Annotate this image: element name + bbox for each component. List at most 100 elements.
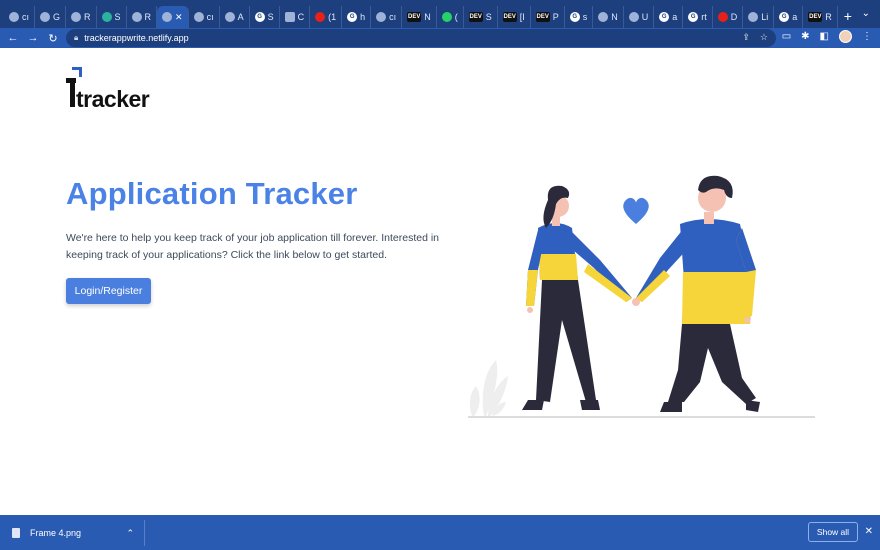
- google-icon: G: [779, 12, 790, 22]
- browser-tab[interactable]: Grt: [683, 6, 713, 28]
- tab-label: s: [582, 12, 588, 22]
- browser-tab[interactable]: D: [713, 6, 744, 28]
- tab-search-chevron-icon[interactable]: ⌄: [862, 8, 870, 19]
- react-icon: [71, 12, 82, 22]
- browser-tab[interactable]: DEV P: [531, 6, 565, 28]
- file-icon: [12, 527, 20, 538]
- chevron-up-icon[interactable]: ⌃: [126, 528, 134, 539]
- bookmark-star-icon[interactable]: ☆: [760, 32, 768, 43]
- browser-tab[interactable]: A: [220, 6, 250, 28]
- extensions-area: ▭ ✱ ◧ ⋮: [782, 30, 872, 43]
- plant-icon: [469, 360, 508, 416]
- reload-button[interactable]: ↻: [43, 32, 63, 45]
- profile-avatar[interactable]: [839, 30, 852, 43]
- browser-tab[interactable]: G: [35, 6, 67, 28]
- tab-label: cı: [22, 12, 30, 22]
- puzzle-icon[interactable]: ✱: [801, 31, 809, 42]
- toggle-icon: [224, 12, 235, 22]
- login-register-button[interactable]: Login/Register: [66, 278, 151, 304]
- google-icon: G: [688, 12, 699, 22]
- share-icon[interactable]: ⇪: [742, 32, 750, 43]
- tab-label: S: [267, 12, 274, 22]
- close-icon[interactable]: ✕: [865, 526, 873, 537]
- man-figure: [632, 175, 760, 412]
- menu-dots-icon[interactable]: ⋮: [862, 31, 872, 42]
- browser-tab[interactable]: DEV R: [803, 6, 838, 28]
- dev-icon: DEV: [502, 12, 517, 22]
- download-item[interactable]: Frame 4.png ⌃: [0, 519, 145, 546]
- tab-label: S: [485, 12, 492, 22]
- sidepanel-icon[interactable]: ◧: [820, 31, 829, 42]
- dev-icon: DEV: [468, 12, 483, 22]
- browser-tab[interactable]: Gh: [342, 6, 372, 28]
- browser-tab[interactable]: Li: [743, 6, 775, 28]
- browser-tab[interactable]: N: [593, 6, 624, 28]
- web-page: tracker Application Tracker We're here t…: [0, 48, 880, 515]
- download-file-name: Frame 4.png: [30, 527, 82, 538]
- browser-tab[interactable]: (1: [310, 6, 343, 28]
- tab-label: cı: [389, 12, 397, 22]
- diamond-icon: [101, 12, 112, 22]
- tab-label: cı: [206, 12, 214, 22]
- browser-tab[interactable]: cı: [189, 6, 220, 28]
- browser-tab[interactable]: R: [66, 6, 97, 28]
- browser-tab[interactable]: U: [624, 6, 655, 28]
- tab-label: N: [424, 12, 431, 22]
- tab-label: Li: [761, 12, 769, 22]
- browser-tab[interactable]: DEV N: [402, 6, 437, 28]
- couple-illustration: [468, 175, 815, 418]
- tab-label: rt: [701, 12, 707, 22]
- tab-label: R: [84, 12, 91, 22]
- browser-tab[interactable]: cı: [371, 6, 403, 28]
- browser-tab[interactable]: GS: [250, 6, 280, 28]
- tab-label: R: [825, 12, 832, 22]
- tab-label: ✕: [175, 11, 183, 22]
- tab-label: U: [641, 12, 649, 22]
- tab-label: P: [552, 12, 559, 22]
- youtube-icon: [315, 12, 326, 22]
- tab-label: C: [297, 12, 305, 22]
- tab-strip: cı G R S R ✕ cı A G S C (1 Gh cı DEV N(DEV S DEV [I DEV P Gs N…: [0, 0, 880, 28]
- browser-tab[interactable]: DEV S: [464, 6, 498, 28]
- tab-label: D: [730, 12, 738, 22]
- tab-list: cı G R S R ✕ cı A G S C (1 Gh cı DEV N(DEV S DEV [I DEV P Gs N…: [4, 0, 838, 28]
- browser-tab[interactable]: C: [280, 6, 311, 28]
- toolbar: ← → ↻ 🔒︎ trackerappwrite.netlify.app ⇪ ☆…: [0, 28, 880, 48]
- logo-accent: [72, 67, 82, 77]
- browser-tab[interactable]: cı: [4, 6, 36, 28]
- browser-tab[interactable]: Ga: [774, 6, 804, 28]
- heart-icon: [623, 197, 649, 224]
- browser-tab[interactable]: Ga: [654, 6, 684, 28]
- tab-label: G: [53, 12, 61, 22]
- github-icon: [598, 12, 609, 22]
- dev-icon: DEV: [407, 12, 422, 22]
- tab-label: a: [792, 12, 798, 22]
- tab-label: (: [454, 12, 458, 22]
- browser-tab[interactable]: (: [437, 6, 464, 28]
- download-bar: Frame 4.png ⌃ Show all ✕: [0, 515, 880, 550]
- address-bar[interactable]: 🔒︎ trackerappwrite.netlify.app ⇪ ☆: [66, 29, 776, 47]
- show-all-button[interactable]: Show all: [808, 522, 858, 542]
- dev-icon: DEV: [535, 12, 550, 22]
- github-icon: [193, 12, 204, 22]
- media-icon[interactable]: ▭: [782, 31, 791, 42]
- browser-tab[interactable]: ✕: [157, 6, 189, 28]
- page-title: Application Tracker: [66, 176, 358, 211]
- forward-button[interactable]: →: [23, 32, 43, 44]
- browser-tab[interactable]: DEV [I: [498, 6, 531, 28]
- lock-icon[interactable]: 🔒︎: [74, 33, 78, 43]
- back-button[interactable]: ←: [3, 32, 23, 44]
- whatsapp-icon: [441, 12, 452, 22]
- google-icon: G: [659, 12, 670, 22]
- google-icon: G: [569, 12, 580, 22]
- tracker-logo[interactable]: tracker: [66, 66, 166, 112]
- browser-tab[interactable]: R: [127, 6, 158, 28]
- tab-label: S: [114, 12, 121, 22]
- google-icon: G: [254, 12, 265, 22]
- hero-description: We're here to help you keep track of you…: [66, 232, 440, 261]
- new-tab-button[interactable]: +: [844, 8, 852, 24]
- browser-tab[interactable]: S: [97, 6, 127, 28]
- url-text: trackerappwrite.netlify.app: [84, 33, 189, 43]
- tab-label: N: [611, 12, 618, 22]
- browser-tab[interactable]: Gs: [565, 6, 594, 28]
